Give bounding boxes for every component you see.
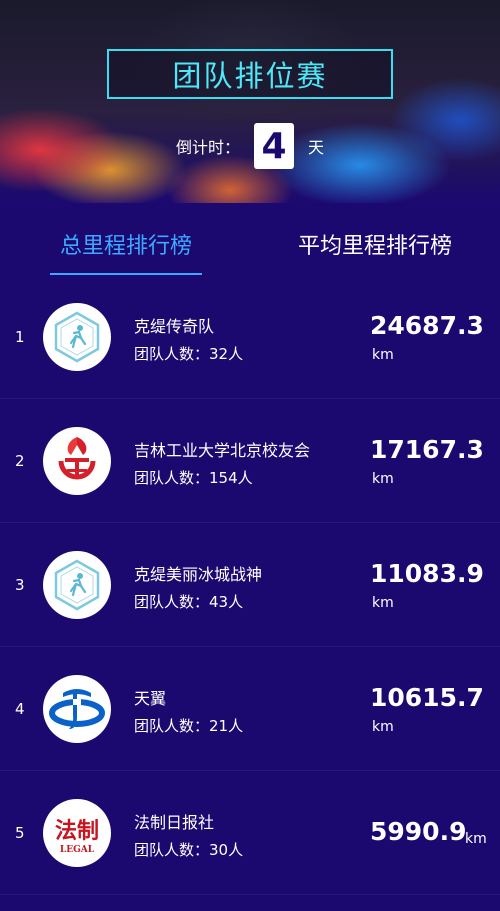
team-distance: 10615.7 bbox=[370, 683, 484, 712]
list-item[interactable]: 1 克缇传奇队 团队人数：32人 24687.3 km bbox=[0, 275, 500, 399]
rank-number: 5 bbox=[15, 824, 25, 842]
team-name: 法制日报社 bbox=[134, 813, 215, 832]
countdown-unit: 天 bbox=[308, 138, 325, 157]
ranking-tabs: 总里程排行榜 平均里程排行榜 bbox=[0, 213, 500, 275]
distance-unit: km bbox=[465, 831, 487, 847]
rank-number: 3 bbox=[15, 576, 25, 594]
distance-unit: km bbox=[372, 347, 394, 363]
header-banner bbox=[0, 0, 500, 203]
team-distance: 11083.9 bbox=[370, 559, 484, 588]
countdown-label: 倒计时： bbox=[175, 138, 240, 157]
team-name: 克缇传奇队 bbox=[134, 317, 215, 336]
team-distance: 17167.3 bbox=[370, 435, 484, 464]
team-distance: 5990.9 bbox=[370, 817, 467, 846]
distance-unit: km bbox=[372, 595, 394, 611]
rank-number: 2 bbox=[15, 452, 25, 470]
team-distance: 24687.3 bbox=[370, 311, 484, 340]
runner-hexagon-icon bbox=[43, 551, 111, 619]
tab-average-distance[interactable]: 平均里程排行榜 bbox=[285, 213, 465, 275]
team-name: 克缇美丽冰城战神 bbox=[134, 565, 263, 584]
countdown: 倒计时： 4 天 bbox=[0, 122, 500, 170]
legal-daily-icon: 法制 LEGAL bbox=[43, 799, 111, 867]
tab-total-distance[interactable]: 总里程排行榜 bbox=[50, 213, 202, 275]
china-telecom-icon bbox=[43, 675, 111, 743]
team-member-count: 团队人数：43人 bbox=[134, 593, 244, 611]
runner-hexagon-icon bbox=[43, 303, 111, 371]
page-title: 团队排位赛 bbox=[107, 49, 393, 99]
university-emblem-icon bbox=[43, 427, 111, 495]
distance-unit: km bbox=[372, 471, 394, 487]
team-member-count: 团队人数：32人 bbox=[134, 345, 244, 363]
list-item[interactable]: 2 吉林工业大学北京校友会 团队人数：154人 17167.3 km bbox=[0, 399, 500, 523]
countdown-value: 4 bbox=[254, 123, 294, 169]
list-item[interactable]: 3 克缇美丽冰城战神 团队人数：43人 11083.9 km bbox=[0, 523, 500, 647]
team-member-count: 团队人数：21人 bbox=[134, 717, 244, 735]
logo-sublettering: LEGAL bbox=[60, 845, 95, 855]
ranking-list: 1 克缇传奇队 团队人数：32人 24687.3 km 2 吉林工业大学北京校友… bbox=[0, 275, 500, 895]
list-item[interactable]: 5 法制 LEGAL 法制日报社 团队人数：30人 5990.9 km bbox=[0, 771, 500, 895]
rank-number: 1 bbox=[15, 328, 25, 346]
rank-number: 4 bbox=[15, 700, 25, 718]
team-member-count: 团队人数：30人 bbox=[134, 841, 244, 859]
distance-unit: km bbox=[372, 719, 394, 735]
list-item[interactable]: 4 天翼 团队人数：21人 10615.7 km bbox=[0, 647, 500, 771]
team-name: 吉林工业大学北京校友会 bbox=[134, 441, 311, 460]
team-name: 天翼 bbox=[134, 689, 167, 708]
team-member-count: 团队人数：154人 bbox=[134, 469, 253, 487]
logo-lettering: 法制 bbox=[55, 818, 99, 844]
